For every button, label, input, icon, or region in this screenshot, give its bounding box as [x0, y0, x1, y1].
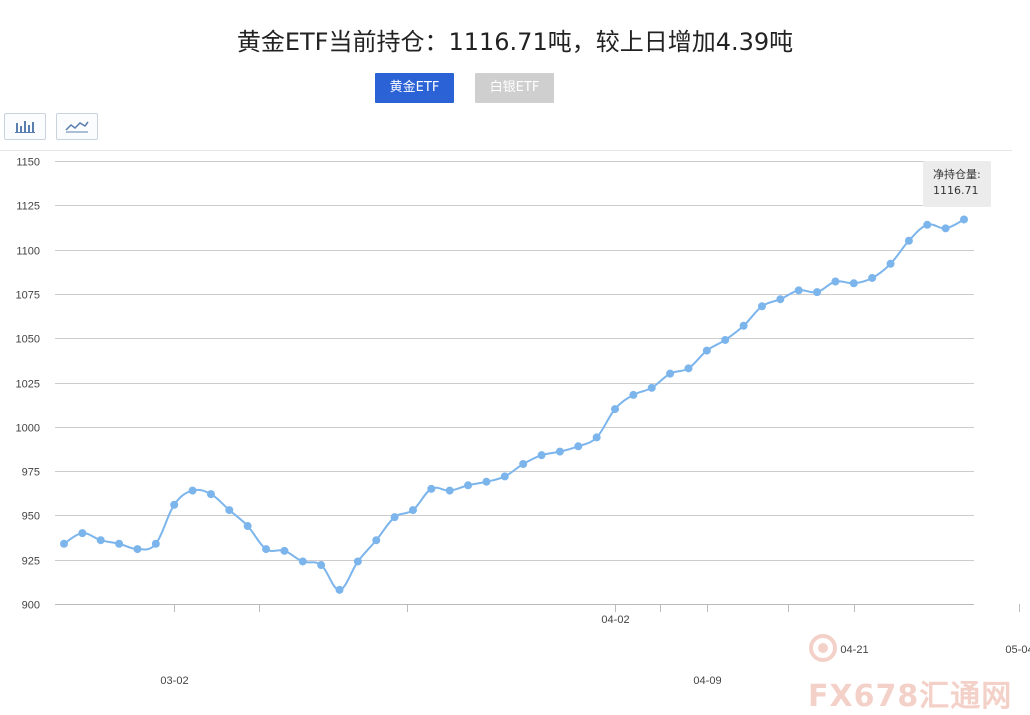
data-point	[133, 545, 142, 554]
x-tick-label: 04-09	[693, 675, 721, 687]
data-point	[353, 557, 362, 566]
data-point	[298, 557, 307, 566]
data-point	[464, 481, 473, 490]
watermark-text: FX678汇通网	[808, 679, 1013, 714]
y-tick-label: 1075	[16, 290, 40, 302]
data-point	[960, 215, 968, 224]
data-point	[666, 369, 675, 378]
data-point	[776, 295, 785, 304]
data-point	[849, 279, 858, 288]
data-tooltip: 净持仓量: 1116.71	[923, 161, 991, 207]
data-point	[500, 472, 509, 481]
data-point	[537, 451, 546, 460]
data-point	[574, 442, 583, 451]
data-point	[757, 302, 766, 311]
data-point	[78, 529, 87, 538]
data-point	[629, 390, 638, 399]
y-tick-label: 1050	[16, 334, 40, 346]
data-point	[225, 506, 234, 515]
data-point	[188, 486, 197, 495]
data-point	[170, 500, 179, 509]
tooltip-value: 1116.71	[933, 184, 979, 197]
data-point	[611, 405, 620, 414]
data-point	[721, 335, 730, 344]
data-point	[151, 539, 160, 548]
tooltip-label: 净持仓量:	[933, 168, 981, 181]
data-point	[482, 477, 491, 486]
line-chart: 1150 1125 1100 1075 1050 1025 1000 975 950 925 900…	[16, 157, 1030, 688]
data-point	[96, 536, 105, 545]
data-point	[519, 460, 528, 469]
data-point	[445, 486, 454, 495]
data-point	[868, 273, 877, 282]
watermark-logo-icon	[808, 633, 838, 671]
y-tick-label: 975	[22, 467, 40, 479]
y-tick-label: 900	[22, 600, 40, 612]
x-tick-label: 04-02	[601, 614, 629, 626]
data-point	[886, 259, 895, 268]
data-point	[702, 346, 711, 355]
data-point	[647, 383, 656, 392]
y-tick-label: 1000	[16, 423, 40, 435]
y-tick-label: 1025	[16, 379, 40, 391]
data-point	[262, 545, 271, 554]
data-point	[390, 513, 399, 522]
data-point	[739, 321, 748, 330]
y-tick-label: 925	[22, 556, 40, 568]
data-point	[206, 490, 215, 499]
data-point	[813, 288, 822, 297]
y-tick-label: 1100	[16, 246, 40, 258]
data-point	[408, 506, 417, 515]
data-point	[317, 561, 326, 570]
y-tick-label: 1150	[16, 157, 40, 169]
y-tick-label: 950	[22, 511, 40, 523]
data-point	[904, 236, 913, 245]
data-point	[60, 539, 68, 548]
watermark: FX678汇通网	[808, 633, 1030, 714]
data-point	[115, 539, 124, 548]
data-point	[794, 286, 803, 295]
x-tick-label: 03-02	[160, 675, 188, 687]
data-point	[427, 484, 436, 493]
data-point	[372, 536, 381, 545]
data-point	[555, 447, 564, 456]
data-point	[335, 585, 344, 594]
data-point	[592, 433, 601, 442]
data-point	[280, 546, 289, 555]
data-point	[941, 224, 950, 233]
y-tick-label: 1125	[16, 201, 40, 213]
data-point	[831, 277, 840, 286]
data-point	[923, 220, 932, 229]
data-point	[684, 364, 693, 373]
series-line	[63, 218, 965, 591]
data-point	[243, 522, 252, 531]
